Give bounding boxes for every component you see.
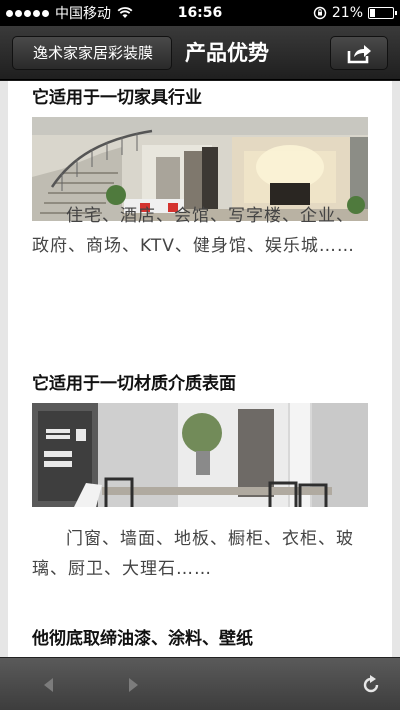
carrier-label: 中国移动: [55, 6, 111, 22]
browser-back-button[interactable]: [34, 670, 64, 700]
article: 它适用于一切家具行业 住宅、酒店、会馆、写字楼、企业、政府、商场、KTV、健身馆…: [8, 81, 392, 657]
dining-room-image: [32, 403, 368, 507]
nav-bar: 逸术家家居彩装膜 产品优势: [0, 26, 400, 80]
back-button[interactable]: 逸术家家居彩装膜: [12, 36, 172, 70]
section-title: 它适用于一切材质介质表面: [32, 374, 236, 394]
section-text: 住宅、酒店、会馆、写字楼、企业、政府、商场、KTV、健身馆、娱乐城……: [32, 206, 355, 256]
status-bar: 中国移动 16:56 21%: [0, 0, 400, 26]
refresh-icon: [363, 675, 379, 693]
section-title: 他彻底取缔油漆、涂料、壁纸: [32, 629, 253, 649]
share-icon: [347, 45, 371, 64]
battery-fill: [370, 9, 375, 17]
page-title: 产品优势: [185, 41, 269, 65]
status-right: 21%: [313, 5, 397, 21]
status-left: 中国移动: [6, 3, 133, 23]
browser-toolbar: [0, 657, 400, 710]
browser-forward-button[interactable]: [118, 670, 148, 700]
section-title: 它适用于一切家具行业: [32, 88, 202, 108]
section-text: 门窗、墙面、地板、橱柜、衣柜、玻璃、厨卫、大理石……: [32, 529, 354, 579]
share-button[interactable]: [330, 36, 388, 70]
arrow-right-icon: [129, 678, 138, 692]
content-area[interactable]: 它适用于一切家具行业 住宅、酒店、会馆、写字楼、企业、政府、商场、KTV、健身馆…: [0, 81, 400, 657]
battery-icon: [368, 7, 397, 19]
orientation-lock-icon: [313, 6, 327, 20]
battery-percent: 21%: [331, 5, 363, 21]
arrow-left-icon: [44, 678, 53, 692]
wifi-icon: [117, 7, 133, 18]
signal-strength-icon: [6, 9, 49, 17]
refresh-button[interactable]: [356, 670, 386, 700]
